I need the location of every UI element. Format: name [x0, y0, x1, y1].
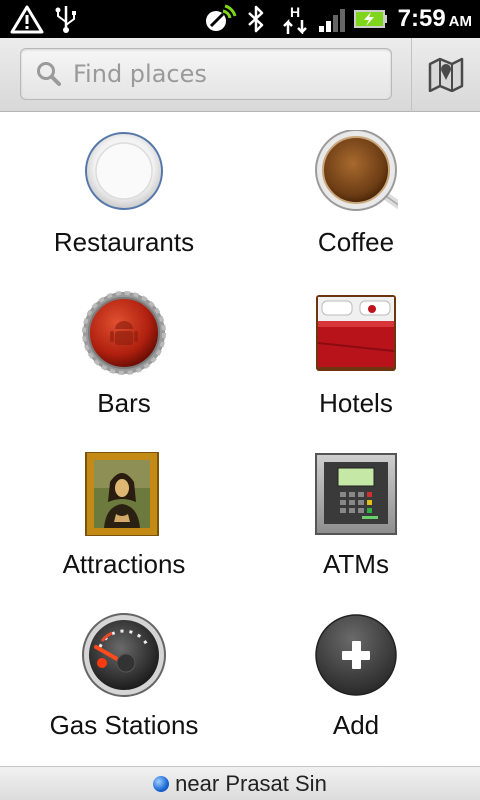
clock-time: 7:59: [397, 5, 446, 32]
category-attractions[interactable]: Attractions: [4, 434, 244, 595]
bottle-cap-icon: [82, 291, 166, 375]
location-dot-icon: [153, 776, 170, 792]
category-bars[interactable]: Bars: [4, 273, 244, 434]
gps-icon: [206, 4, 237, 31]
coffee-cup-icon: [315, 130, 398, 211]
category-label: Gas Stations: [49, 710, 199, 740]
location-text: near Prasat Sin: [175, 771, 327, 796]
category-coffee[interactable]: Coffee: [236, 112, 476, 273]
category-label: Bars: [97, 388, 151, 418]
atm-icon: [315, 453, 397, 535]
category-label: Restaurants: [53, 227, 195, 257]
location-bar[interactable]: near Prasat Sin: [0, 766, 480, 800]
category-atms[interactable]: ATMs: [236, 434, 476, 595]
search-icon: [37, 62, 61, 86]
hotel-bed-icon: [316, 295, 396, 371]
category-label: Coffee: [317, 227, 395, 257]
category-restaurants[interactable]: Restaurants: [4, 112, 244, 273]
category-label: Attractions: [62, 549, 186, 579]
painting-frame-icon: [85, 452, 159, 536]
category-label: ATMs: [323, 549, 389, 579]
category-grid: Restaurants Coffee Bars Hotels Attractio…: [0, 112, 480, 766]
category-label: Add: [332, 710, 380, 740]
warning-icon: [10, 5, 44, 34]
category-gas-stations[interactable]: Gas Stations: [4, 595, 244, 756]
category-add[interactable]: Add: [236, 595, 476, 756]
map-icon: [428, 57, 464, 92]
search-input[interactable]: Find places: [20, 48, 392, 100]
usb-icon: [55, 6, 76, 33]
svg-text:H: H: [290, 4, 300, 20]
add-icon: [315, 614, 397, 696]
search-placeholder: Find places: [73, 60, 207, 88]
location-indicator: near Prasat Sin: [153, 770, 327, 798]
map-button[interactable]: [411, 38, 480, 112]
restaurant-plate-icon: [85, 132, 163, 210]
status-bar: H 7:59 AM: [0, 0, 480, 38]
clock-ampm: AM: [448, 13, 472, 30]
search-bar: Find places: [0, 38, 480, 112]
battery-charging-icon: [354, 10, 387, 28]
clock: 7:59 AM: [398, 4, 472, 37]
category-hotels[interactable]: Hotels: [236, 273, 476, 434]
hsdpa-data-icon: H: [283, 4, 307, 34]
fuel-gauge-icon: [82, 613, 166, 697]
signal-icon: [319, 9, 345, 32]
bluetooth-icon: [248, 5, 264, 33]
category-label: Hotels: [319, 388, 393, 418]
